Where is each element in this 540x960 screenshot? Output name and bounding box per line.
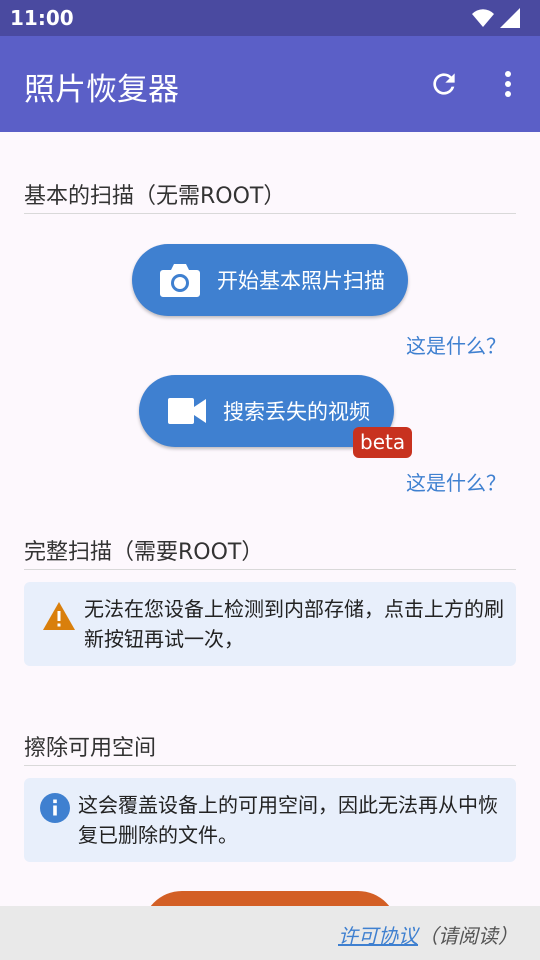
warning-icon [43,602,75,630]
read-note: （请阅读） [418,924,518,948]
divider [24,569,516,570]
storage-warning-text: 无法在您设备上检测到内部存储，点击上方的刷新按钮再试一次， [84,597,504,651]
video-camera-icon [168,398,206,424]
video-search-help-link[interactable]: 这是什么？ [406,467,506,496]
wifi-icon [472,9,494,27]
wipe-info-notice: 这会覆盖设备上的可用空间，因此无法再从中恢复已删除的文件。 [24,778,516,862]
more-vert-icon[interactable] [498,68,518,100]
beta-badge: beta [353,427,413,458]
search-lost-videos-label: 搜索丢失的视频 [223,400,370,424]
status-icons [472,8,520,28]
start-photo-scan-label: 开始基本照片扫描 [217,269,385,293]
basic-scan-title: 基本的扫描（无需ROOT） [24,184,286,209]
license-agreement-link[interactable]: 许可协议 [338,924,418,948]
divider [24,213,516,214]
status-bar: 11:00 [0,0,540,36]
footer-bar: 许可协议（请阅读） [0,906,540,960]
status-time: 11:00 [10,6,74,30]
app-bar: 照片恢复器 [0,36,540,132]
divider [24,765,516,766]
wipe-info-text: 这会覆盖设备上的可用空间，因此无法再从中恢复已删除的文件。 [78,793,498,847]
cellular-icon [500,8,520,28]
wipe-free-space-title: 擦除可用空间 [24,736,157,761]
footer-text: 许可协议（请阅读） [338,920,518,949]
storage-warning-notice: 无法在您设备上检测到内部存储，点击上方的刷新按钮再试一次， [24,582,516,666]
camera-icon [159,262,201,298]
refresh-icon[interactable] [428,68,460,100]
info-icon [40,793,70,823]
photo-scan-help-link[interactable]: 这是什么？ [406,330,506,359]
app-title: 照片恢复器 [24,72,179,108]
start-photo-scan-button[interactable]: 开始基本照片扫描 [132,244,408,316]
full-scan-title: 完整扫描（需要ROOT） [24,540,264,565]
